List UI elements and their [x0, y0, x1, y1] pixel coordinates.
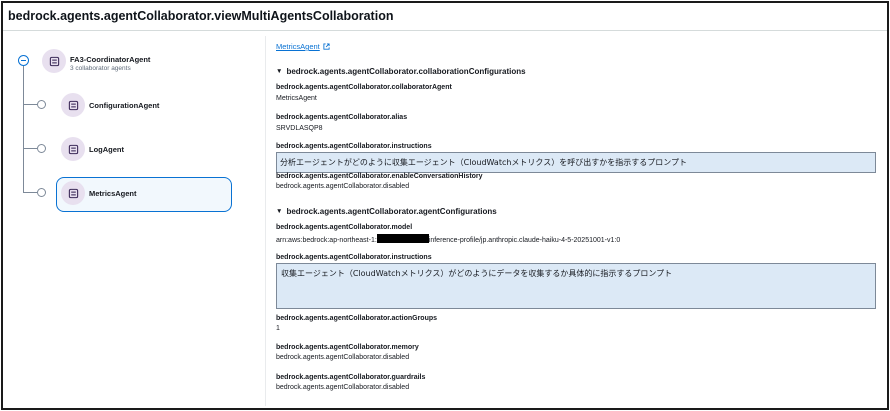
section-title: bedrock.agents.agentCollaborator.collabo… [286, 67, 526, 76]
root-agent-name[interactable]: FA3-CoordinatorAgent [70, 55, 150, 64]
tree-node-icon [37, 100, 46, 109]
field-key: bedrock.agents.agentCollaborator.actionG… [276, 315, 438, 322]
agent-icon [61, 137, 85, 161]
field-key: bedrock.agents.agentCollaborator.guardra… [276, 374, 426, 381]
agent-icon [61, 181, 85, 205]
model-arn-value: arn:aws:bedrock:ap-northeast-1: inference… [276, 234, 620, 244]
agent-icon [42, 49, 66, 73]
tree-branch [23, 104, 37, 105]
field-key: bedrock.agents.agentCollaborator.alias [276, 114, 408, 121]
tree-item-log-agent[interactable]: LogAgent [89, 145, 124, 154]
section-title: bedrock.agents.agentCollaborator.agentCo… [286, 207, 497, 216]
field-key: bedrock.agents.agentCollaborator.collabo… [276, 84, 452, 91]
tree-node-icon [37, 144, 46, 153]
agent-detail-panel: MetricsAgent ▼ bedrock.agents.agentColla… [276, 36, 882, 406]
field-key: bedrock.agents.agentCollaborator.memory [276, 344, 419, 351]
tree-item-configuration-agent[interactable]: ConfigurationAgent [89, 101, 159, 110]
field-key: bedrock.agents.agentCollaborator.model [276, 224, 413, 231]
external-link-icon [323, 43, 330, 50]
redacted-account-id [376, 234, 429, 243]
panel-divider [265, 36, 266, 406]
collaboration-config-section-header[interactable]: ▼ bedrock.agents.agentCollaborator.colla… [276, 67, 526, 76]
collaboration-instructions-text: 分析エージェントがどのように収集エージェント（CloudWatchメトリクス）を… [276, 152, 876, 173]
caret-down-icon: ▼ [276, 208, 283, 215]
collapse-toggle-icon[interactable] [18, 55, 29, 66]
field-value: MetricsAgent [276, 95, 317, 102]
field-value: bedrock.agents.agentCollaborator.disable… [276, 183, 410, 190]
field-value: SRVDLASQP8 [276, 125, 323, 132]
root-agent-subtitle: 3 collaborator agents [70, 65, 131, 72]
tree-connector [23, 66, 24, 192]
model-arn-suffix: inference-profile/jp.anthropic.claude-ha… [428, 237, 621, 244]
field-key: bedrock.agents.agentCollaborator.instruc… [276, 143, 432, 150]
tree-node-icon [37, 188, 46, 197]
field-value: bedrock.agents.agentCollaborator.disable… [276, 354, 410, 361]
tree-branch [23, 192, 37, 193]
agent-icon [61, 93, 85, 117]
field-key: bedrock.agents.agentCollaborator.instruc… [276, 254, 432, 261]
tree-branch [23, 148, 37, 149]
agent-link[interactable]: MetricsAgent [276, 42, 330, 51]
field-key: bedrock.agents.agentCollaborator.enableC… [276, 173, 483, 180]
field-value: 1 [276, 325, 280, 332]
page-title: bedrock.agents.agentCollaborator.viewMul… [8, 9, 394, 23]
field-value: bedrock.agents.agentCollaborator.disable… [276, 384, 410, 391]
agent-instructions-text: 収集エージェント（CloudWatchメトリクス）がどのようにデータを収集するか… [276, 263, 876, 309]
agent-link-label[interactable]: MetricsAgent [276, 42, 320, 51]
title-divider [3, 30, 887, 31]
model-arn-prefix: arn:aws:bedrock:ap-northeast-1: [276, 237, 377, 244]
agent-config-section-header[interactable]: ▼ bedrock.agents.agentCollaborator.agent… [276, 207, 497, 216]
tree-item-metrics-agent[interactable]: MetricsAgent [89, 189, 137, 198]
caret-down-icon: ▼ [276, 68, 283, 75]
